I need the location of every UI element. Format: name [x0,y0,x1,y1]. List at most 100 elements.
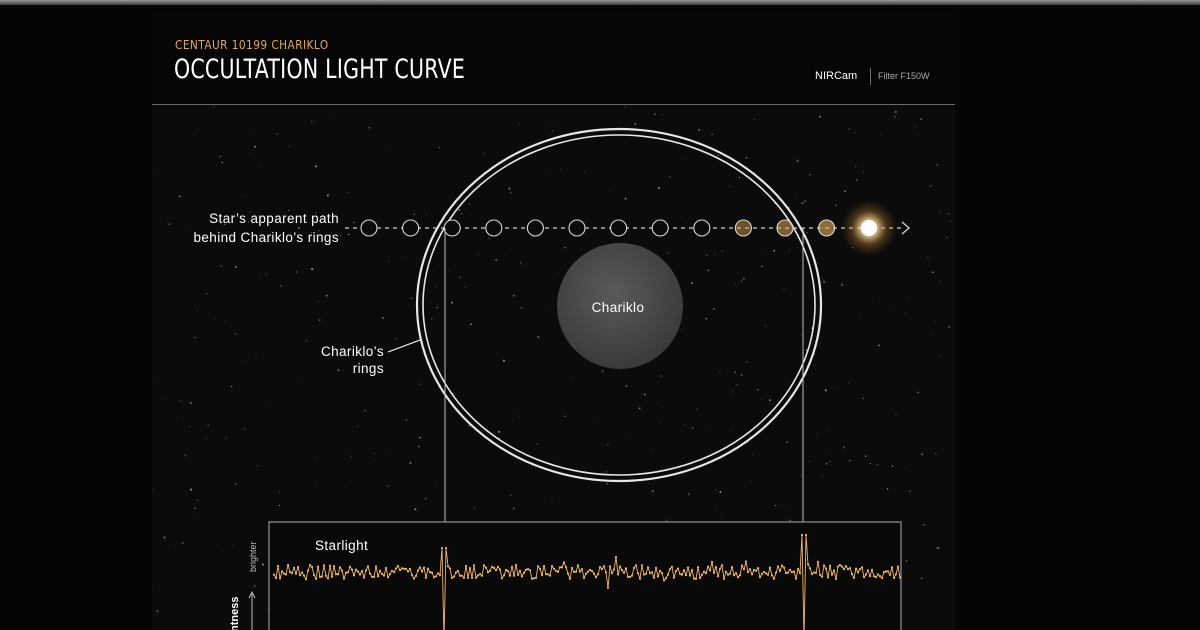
light-curve-point [512,574,516,577]
light-curve-point [600,568,604,571]
light-curve-point [480,574,484,577]
background-star [519,263,522,265]
background-star [464,287,466,289]
light-curve-point [806,563,810,566]
background-star [715,509,717,511]
light-curve-point [540,573,544,577]
background-star [904,312,907,315]
background-star [738,176,741,179]
light-curve-point [798,572,802,575]
light-curve-point [344,571,348,574]
light-curve-point [488,569,492,573]
background-star [894,413,897,416]
light-curve-point [514,563,518,567]
background-star [929,185,932,187]
light-curve-point [894,573,898,576]
light-curve-point [424,576,428,579]
background-star [477,253,479,255]
background-star [719,372,721,374]
background-star [243,427,246,430]
light-curve-point [742,568,746,571]
light-curve-point [676,567,680,570]
light-curve-point [856,571,860,574]
light-curve-point [562,561,566,564]
background-star [339,234,342,236]
light-curve-point [702,570,706,573]
background-star [933,321,936,323]
background-star [904,467,905,468]
light-curve-point [486,571,490,574]
background-star [353,221,355,224]
light-curve-point [334,573,338,576]
light-curve-point [858,568,862,571]
light-curve-point [458,574,462,577]
background-star [259,275,261,277]
light-curve-point [450,576,454,580]
background-star [730,431,732,432]
light-curve-point [716,575,720,578]
light-curve-point [360,570,364,573]
light-curve-point [574,570,578,573]
background-star [152,378,154,380]
star-position-marker [734,219,752,237]
light-curve-point [672,576,676,579]
light-curve-point [330,575,334,578]
background-star [854,132,856,134]
light-curve-point [654,566,658,570]
light-curve-point [364,569,368,572]
background-star [221,161,224,164]
light-curve-point [888,573,892,576]
background-star [234,332,237,335]
light-curve-point [642,573,646,576]
background-star [947,212,950,215]
background-star [914,125,916,127]
background-star [800,334,801,336]
light-curve-point [454,571,458,574]
background-star [350,480,351,482]
light-curve-point [400,567,404,570]
light-curve-point [272,573,276,576]
background-star [325,294,328,297]
background-star [629,435,631,436]
background-star [231,386,233,388]
light-curve-point [618,565,622,568]
brighter-hint: brighter [248,541,258,572]
light-curve-point [582,576,586,580]
light-curve-point [544,573,548,576]
rings-label-line1: Chariklo’s [321,344,384,359]
light-curve-point [468,567,472,570]
light-curve-point [466,576,470,579]
light-curve-point [748,568,752,571]
background-star [651,448,653,450]
light-curve-point [432,576,436,579]
light-curve-point [816,560,820,564]
light-curve-point [308,564,312,567]
light-curve-point [290,572,294,575]
light-curve-point [430,571,434,574]
background-star [295,271,298,273]
background-star [178,195,181,198]
background-star [819,115,822,118]
background-star [795,195,797,196]
light-curve-point [744,560,748,563]
background-star [385,451,387,453]
background-star [326,194,329,197]
light-curve-point [336,573,340,576]
rings-label-line2: rings [353,361,384,376]
light-curve-point [484,566,488,569]
background-star [878,301,880,303]
light-curve-point [324,574,328,577]
light-curve-point [712,571,716,575]
light-curve-point [738,574,742,577]
background-star [661,114,663,116]
background-star [213,106,215,108]
light-curve-point [282,572,286,575]
light-curve-point [876,573,880,576]
background-star [905,559,908,562]
light-curve-point [428,571,432,574]
background-star [713,308,715,310]
light-curve-point [356,570,360,573]
background-star [268,404,270,406]
light-curve-point [406,570,410,573]
light-curve-point [492,566,496,570]
